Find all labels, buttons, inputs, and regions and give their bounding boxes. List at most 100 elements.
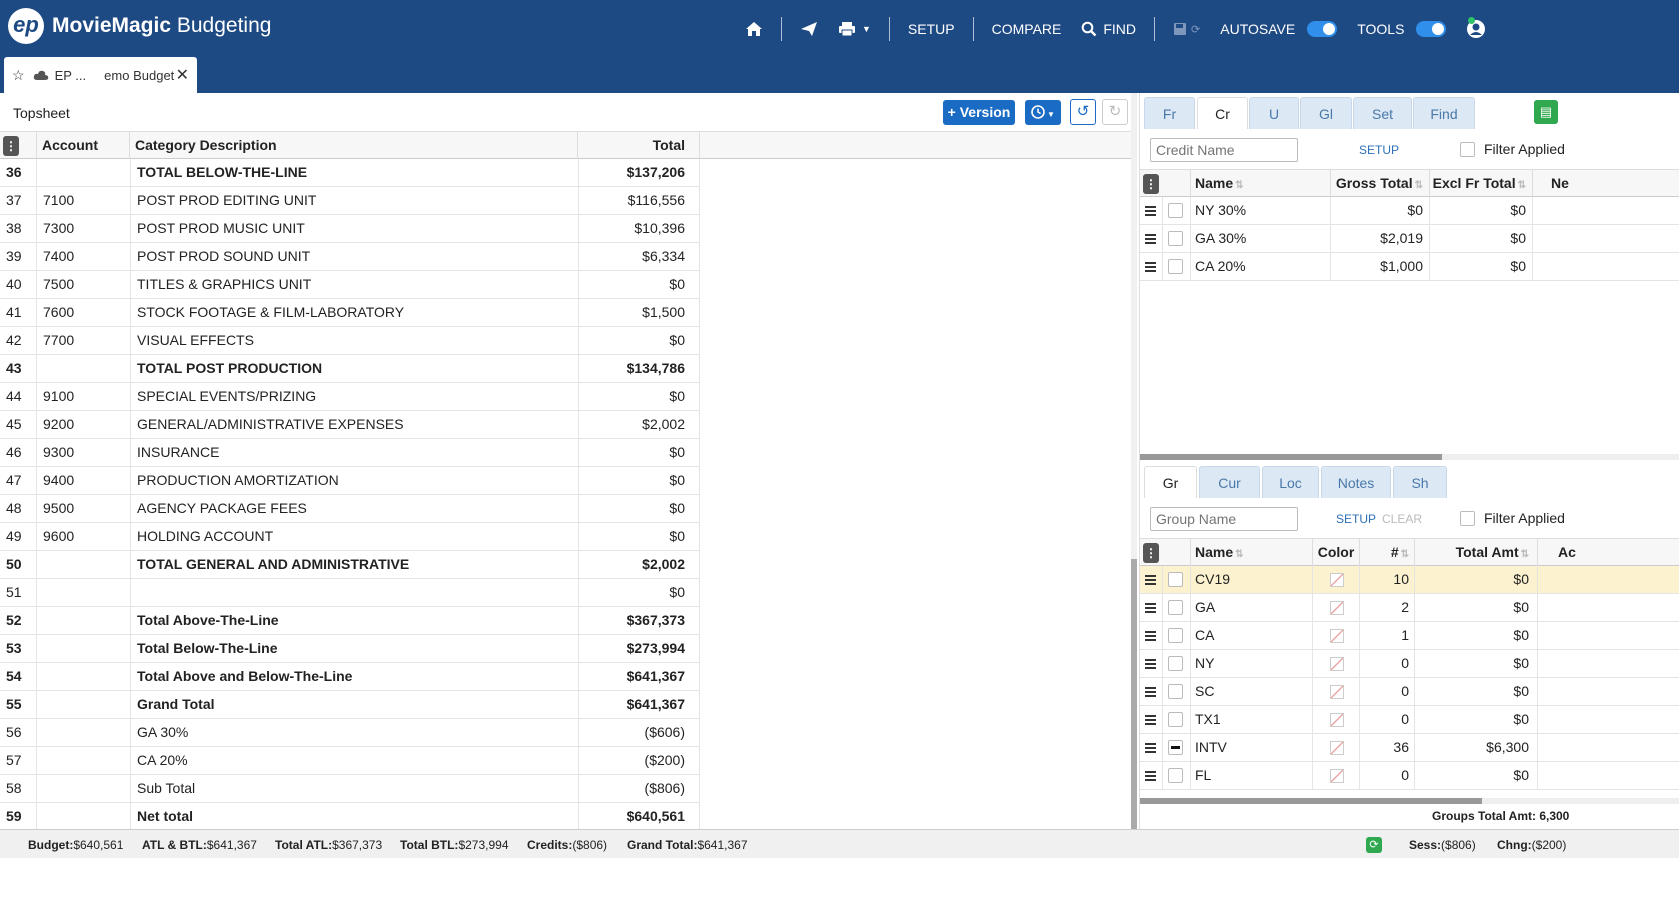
account-cell[interactable] bbox=[36, 747, 130, 775]
table-row[interactable]: 43 TOTAL POST PRODUCTION $134,786 bbox=[0, 355, 700, 383]
color-swatch-icon[interactable] bbox=[1330, 629, 1344, 643]
groups-horizontal-scrollbar[interactable] bbox=[1140, 798, 1679, 804]
scrollbar-thumb[interactable] bbox=[1140, 454, 1442, 460]
table-row[interactable]: 45 9200 GENERAL/ADMINISTRATIVE EXPENSES $2,… bbox=[0, 411, 700, 439]
color-swatch-icon[interactable] bbox=[1330, 713, 1344, 727]
description-cell[interactable]: TITLES & GRAPHICS UNIT bbox=[130, 271, 578, 299]
group-name-cell[interactable]: INTV bbox=[1191, 734, 1313, 762]
tab-notes[interactable]: Notes bbox=[1321, 466, 1391, 498]
column-header-ac[interactable]: Ac bbox=[1538, 539, 1679, 566]
description-cell[interactable]: AGENCY PACKAGE FEES bbox=[130, 495, 578, 523]
star-icon[interactable]: ☆ bbox=[12, 67, 25, 84]
table-row[interactable]: 59 Net total $640,561 bbox=[0, 803, 700, 831]
account-cell[interactable] bbox=[36, 355, 130, 383]
table-row[interactable]: 37 7100 POST PROD EDITING UNIT $116,556 bbox=[0, 187, 700, 215]
row-checkbox[interactable] bbox=[1168, 259, 1183, 274]
account-cell[interactable]: 7100 bbox=[36, 187, 130, 215]
tab-loc[interactable]: Loc bbox=[1262, 466, 1319, 498]
account-cell[interactable] bbox=[36, 719, 130, 747]
account-cell[interactable] bbox=[36, 579, 130, 607]
row-checkbox[interactable] bbox=[1168, 684, 1183, 699]
description-cell[interactable]: POST PROD MUSIC UNIT bbox=[130, 215, 578, 243]
history-button[interactable]: ▼ bbox=[1025, 100, 1061, 125]
group-row[interactable]: INTV 36 $6,300 bbox=[1140, 734, 1679, 762]
column-header-count[interactable]: # ⇅ bbox=[1360, 539, 1415, 566]
document-tab[interactable]: ☆ EP ... emo Budget ✕ bbox=[4, 57, 197, 93]
table-row[interactable]: 49 9600 HOLDING ACCOUNT $0 bbox=[0, 523, 700, 551]
credit-name-cell[interactable]: GA 30% bbox=[1191, 225, 1331, 253]
table-row[interactable]: 54 Total Above and Below-The-Line $641,367 bbox=[0, 663, 700, 691]
account-cell[interactable] bbox=[36, 663, 130, 691]
account-cell[interactable]: 7600 bbox=[36, 299, 130, 327]
account-cell[interactable]: 9100 bbox=[36, 383, 130, 411]
color-cell[interactable] bbox=[1313, 706, 1360, 734]
scrollbar-thumb[interactable] bbox=[1140, 798, 1482, 804]
color-cell[interactable] bbox=[1313, 734, 1360, 762]
table-row[interactable]: 48 9500 AGENCY PACKAGE FEES $0 bbox=[0, 495, 700, 523]
home-button[interactable] bbox=[735, 16, 773, 42]
credit-name-input[interactable] bbox=[1150, 138, 1298, 162]
color-cell[interactable] bbox=[1313, 566, 1360, 594]
credit-row[interactable]: GA 30% $2,019 $0 bbox=[1140, 225, 1679, 253]
color-cell[interactable] bbox=[1313, 622, 1360, 650]
description-cell[interactable]: GENERAL/ADMINISTRATIVE EXPENSES bbox=[130, 411, 578, 439]
group-row[interactable]: TX1 0 $0 bbox=[1140, 706, 1679, 734]
column-header-net[interactable]: Ne bbox=[1533, 170, 1679, 197]
table-row[interactable]: 57 CA 20% ($200) bbox=[0, 747, 700, 775]
group-row[interactable]: CA 1 $0 bbox=[1140, 622, 1679, 650]
row-checkbox[interactable] bbox=[1168, 600, 1183, 615]
column-header-description[interactable]: Category Description bbox=[130, 132, 578, 159]
tab-cr[interactable]: Cr bbox=[1197, 97, 1248, 129]
account-cell[interactable]: 9200 bbox=[36, 411, 130, 439]
credit-row[interactable]: CA 20% $1,000 $0 bbox=[1140, 253, 1679, 281]
color-swatch-icon[interactable] bbox=[1330, 769, 1344, 783]
row-checkbox[interactable] bbox=[1168, 656, 1183, 671]
tab-gr[interactable]: Gr bbox=[1144, 466, 1197, 498]
row-checkbox[interactable] bbox=[1168, 231, 1183, 246]
column-header-total[interactable]: Total bbox=[578, 132, 700, 159]
tab-gl[interactable]: Gl bbox=[1300, 97, 1352, 129]
color-swatch-icon[interactable] bbox=[1330, 601, 1344, 615]
table-row[interactable]: 55 Grand Total $641,367 bbox=[0, 691, 700, 719]
account-cell[interactable]: 9300 bbox=[36, 439, 130, 467]
row-checkbox[interactable] bbox=[1168, 572, 1183, 587]
description-cell[interactable]: VISUAL EFFECTS bbox=[130, 327, 578, 355]
panel-layout-button[interactable]: ▤ bbox=[1534, 100, 1558, 124]
description-cell[interactable]: TOTAL BELOW-THE-LINE bbox=[130, 159, 578, 187]
tools-switch[interactable] bbox=[1416, 21, 1447, 37]
account-cell[interactable] bbox=[36, 607, 130, 635]
color-swatch-icon[interactable] bbox=[1330, 741, 1344, 755]
description-cell[interactable]: Total Below-The-Line bbox=[130, 635, 578, 663]
color-cell[interactable] bbox=[1313, 650, 1360, 678]
row-checkbox[interactable] bbox=[1168, 203, 1183, 218]
description-cell[interactable]: HOLDING ACCOUNT bbox=[130, 523, 578, 551]
account-cell[interactable]: 7400 bbox=[36, 243, 130, 271]
description-cell[interactable]: INSURANCE bbox=[130, 439, 578, 467]
table-row[interactable]: 40 7500 TITLES & GRAPHICS UNIT $0 bbox=[0, 271, 700, 299]
credits-horizontal-scrollbar[interactable] bbox=[1140, 454, 1679, 460]
group-name-cell[interactable]: CA bbox=[1191, 622, 1313, 650]
table-row[interactable]: 47 9400 PRODUCTION AMORTIZATION $0 bbox=[0, 467, 700, 495]
group-row[interactable]: FL 0 $0 bbox=[1140, 762, 1679, 790]
row-checkbox[interactable] bbox=[1168, 740, 1183, 755]
column-header-gross-total[interactable]: Gross Total ⇅ bbox=[1331, 170, 1430, 197]
account-cell[interactable] bbox=[36, 635, 130, 663]
row-checkbox[interactable] bbox=[1168, 712, 1183, 727]
account-cell[interactable]: 7300 bbox=[36, 215, 130, 243]
redo-button[interactable]: ↻ bbox=[1102, 99, 1128, 125]
compare-button[interactable]: COMPARE bbox=[982, 16, 1072, 42]
column-header-account[interactable]: Account bbox=[36, 132, 130, 159]
description-cell[interactable]: TOTAL GENERAL AND ADMINISTRATIVE bbox=[130, 551, 578, 579]
group-name-cell[interactable]: FL bbox=[1191, 762, 1313, 790]
tab-fr[interactable]: Fr bbox=[1144, 97, 1195, 129]
table-row[interactable]: 41 7600 STOCK FOOTAGE & FILM-LABORATORY $1,… bbox=[0, 299, 700, 327]
description-cell[interactable]: Net total bbox=[130, 803, 578, 831]
groups-filter-checkbox[interactable] bbox=[1460, 511, 1475, 526]
group-name-cell[interactable]: GA bbox=[1191, 594, 1313, 622]
close-tab-icon[interactable]: ✕ bbox=[176, 65, 189, 85]
setup-button[interactable]: SETUP bbox=[898, 16, 965, 42]
description-cell[interactable]: CA 20% bbox=[130, 747, 578, 775]
account-cell[interactable]: 9400 bbox=[36, 467, 130, 495]
account-cell[interactable] bbox=[36, 691, 130, 719]
group-name-input[interactable] bbox=[1150, 507, 1298, 531]
